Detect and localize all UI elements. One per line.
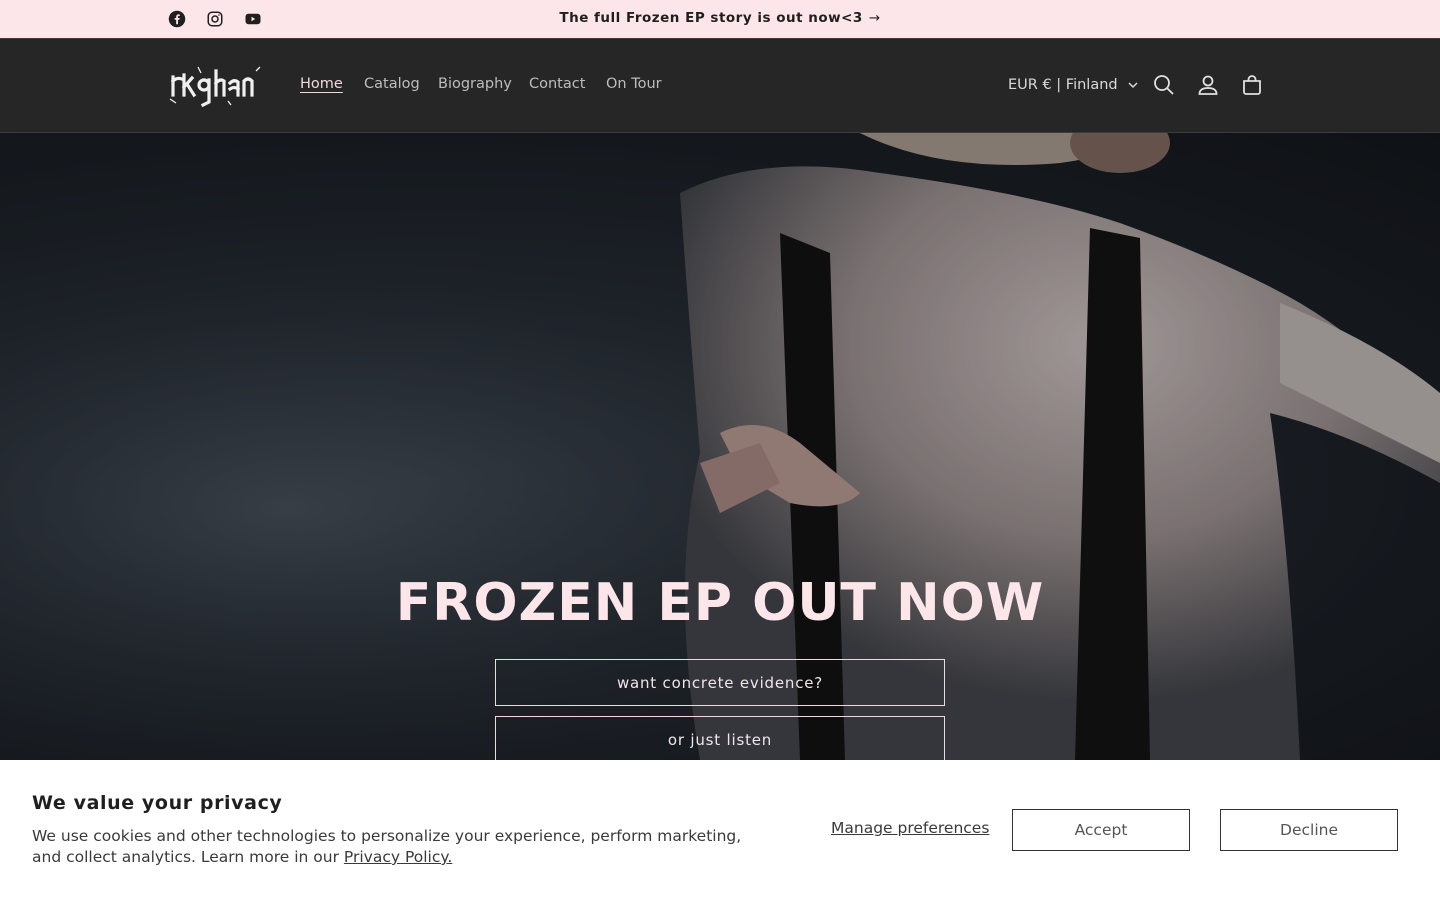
nav-home[interactable]: Home <box>300 76 343 92</box>
decline-button[interactable]: Decline <box>1220 809 1398 851</box>
manage-preferences-link[interactable]: Manage preferences <box>831 819 989 837</box>
cookie-title: We value your privacy <box>32 792 283 814</box>
nav-biography[interactable]: Biography <box>438 76 512 92</box>
cookie-description: We use cookies and other technologies to… <box>32 826 752 868</box>
chevron-down-icon <box>1128 82 1138 89</box>
currency-label: EUR € | Finland <box>1008 77 1118 93</box>
account-icon[interactable] <box>1196 73 1220 97</box>
announcement-link[interactable]: The full Frozen EP story is out now<3 → <box>0 10 1440 26</box>
concrete-evidence-button[interactable]: want concrete evidence? <box>495 659 945 706</box>
privacy-policy-link[interactable]: Privacy Policy. <box>344 848 452 866</box>
announcement-bar: The full Frozen EP story is out now<3 → <box>0 0 1440 39</box>
hero-banner: FROZEN EP OUT NOW want concrete evidence… <box>0 133 1440 760</box>
cookie-banner: We value your privacy We use cookies and… <box>0 760 1440 900</box>
currency-selector[interactable]: EUR € | Finland <box>1008 77 1138 93</box>
site-logo[interactable] <box>168 63 262 108</box>
arrow-right-icon: → <box>868 10 881 26</box>
nav-on-tour[interactable]: On Tour <box>606 76 662 92</box>
just-listen-button[interactable]: or just listen <box>495 716 945 760</box>
accept-button[interactable]: Accept <box>1012 809 1190 851</box>
announcement-text: The full Frozen EP story is out now<3 <box>559 10 863 26</box>
hero-title: FROZEN EP OUT NOW <box>395 573 1045 633</box>
nav-catalog[interactable]: Catalog <box>364 76 420 92</box>
site-header: Home Catalog Biography Contact On Tour E… <box>0 39 1440 133</box>
search-icon[interactable] <box>1152 73 1176 97</box>
nav-contact[interactable]: Contact <box>529 76 585 92</box>
cart-icon[interactable] <box>1240 73 1264 97</box>
